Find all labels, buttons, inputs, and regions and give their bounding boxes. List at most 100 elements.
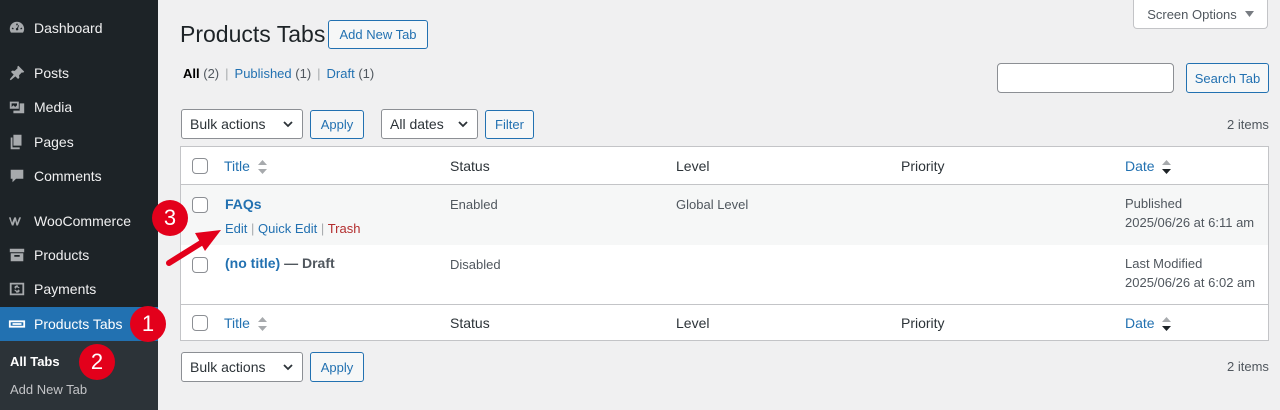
main-content: Products Tabs Add New Tab Screen Options… (158, 0, 1280, 410)
footer-title-sort[interactable]: Title (224, 315, 267, 332)
chevron-down-icon (283, 364, 293, 371)
screen-options-button[interactable]: Screen Options (1133, 0, 1268, 29)
row-actions: Edit | Quick Edit | Trash (225, 221, 360, 236)
sidebar-item-payments[interactable]: Payments (0, 272, 158, 306)
sort-desc-icon (1162, 160, 1172, 175)
table-footer: Title Status Level Priority Date (181, 304, 1268, 340)
column-date-sort[interactable]: Date (1125, 158, 1172, 175)
chevron-down-icon (283, 121, 293, 128)
select-all-checkbox-footer[interactable] (192, 315, 208, 331)
row-date-value: 2025/06/26 at 6:02 am (1125, 275, 1256, 290)
pages-icon (7, 132, 27, 152)
footer-date-sort[interactable]: Date (1125, 315, 1172, 332)
sidebar-item-dashboard[interactable]: Dashboard (0, 11, 158, 45)
screen-options-label: Screen Options (1147, 6, 1237, 22)
sidebar-item-posts[interactable]: Posts (0, 56, 158, 90)
sidebar-item-label: Media (34, 99, 73, 115)
view-separator: | (317, 66, 321, 81)
dollar-icon (7, 279, 27, 299)
view-all-count: (2) (203, 66, 220, 81)
bulk-actions-value: Bulk actions (190, 116, 266, 132)
row-status: Enabled (450, 197, 498, 212)
row-action-separator: | (320, 221, 325, 236)
row-date: Last Modified 2025/06/26 at 6:02 am (1125, 254, 1255, 292)
column-title-label: Title (224, 315, 250, 331)
row-date-state: Published (1125, 196, 1183, 211)
column-level: Level (676, 158, 710, 174)
sort-desc-icon (1162, 317, 1172, 332)
view-separator: | (225, 66, 229, 81)
footer-priority: Priority (901, 315, 945, 331)
step-badge-1: 1 (130, 306, 166, 342)
column-title-sort[interactable]: Title (224, 158, 267, 175)
search-input[interactable] (997, 63, 1174, 93)
sidebar-item-comments[interactable]: Comments (0, 159, 158, 193)
sidebar-item-pages[interactable]: Pages (0, 125, 158, 159)
items-count-bottom: 2 items (1227, 359, 1269, 374)
row-date: Published 2025/06/26 at 6:11 am (1125, 194, 1254, 232)
view-all-link[interactable]: All (183, 66, 200, 81)
quick-edit-link[interactable]: Quick Edit (258, 221, 317, 236)
column-date-label: Date (1125, 315, 1155, 331)
pin-icon (7, 63, 27, 83)
tabs-icon (7, 314, 27, 334)
date-filter-select[interactable]: All dates (381, 109, 478, 139)
table-header: Title Status Level Priority Date (181, 147, 1268, 185)
products-tabs-submenu: All Tabs Add New Tab (0, 341, 158, 410)
edit-link[interactable]: Edit (225, 221, 247, 236)
admin-sidebar: Dashboard Posts Media Pages Comments Woo… (0, 0, 158, 410)
row-date-value: 2025/06/26 at 6:11 am (1125, 215, 1255, 230)
view-published-link[interactable]: Published (235, 66, 292, 81)
footer-status: Status (450, 315, 490, 331)
row-title-link[interactable]: FAQs (225, 196, 262, 212)
dashboard-icon (7, 18, 27, 38)
select-all-checkbox[interactable] (192, 158, 208, 174)
step-badge-2: 2 (79, 344, 115, 380)
bulk-actions-select[interactable]: Bulk actions (181, 109, 303, 139)
items-count: 2 items (1227, 117, 1269, 132)
sidebar-item-label: Payments (34, 281, 97, 297)
sidebar-item-label: Products Tabs (34, 316, 123, 332)
apply-button-bottom[interactable]: Apply (310, 352, 364, 382)
submenu-item-add-new-tab[interactable]: Add New Tab (10, 382, 87, 397)
submenu-item-all-tabs[interactable]: All Tabs (10, 354, 60, 369)
footer-level: Level (676, 315, 710, 331)
row-checkbox[interactable] (192, 197, 208, 213)
column-status: Status (450, 158, 490, 174)
apply-button[interactable]: Apply (310, 110, 364, 139)
view-draft-count: (1) (358, 66, 375, 81)
sidebar-item-label: Products (34, 247, 90, 263)
bulk-actions-value: Bulk actions (190, 359, 266, 375)
archive-icon (7, 245, 27, 265)
table-row: FAQs Edit | Quick Edit | Trash Enabled G… (181, 185, 1268, 245)
sort-icon (257, 317, 267, 332)
sidebar-item-woocommerce[interactable]: WooCommerce (0, 204, 158, 238)
chevron-down-icon (458, 121, 468, 128)
media-icon (7, 97, 27, 117)
view-filters: All (2) | Published (1) | Draft (1) (183, 66, 374, 81)
view-draft-link[interactable]: Draft (327, 66, 355, 81)
sidebar-item-media[interactable]: Media (0, 90, 158, 124)
sidebar-item-label: WooCommerce (34, 213, 131, 229)
column-date-label: Date (1125, 158, 1155, 174)
sidebar-item-products[interactable]: Products (0, 238, 158, 272)
sidebar-item-label: Comments (34, 168, 102, 184)
filter-button[interactable]: Filter (485, 110, 534, 139)
view-published-count: (1) (295, 66, 312, 81)
bulk-actions-select-bottom[interactable]: Bulk actions (181, 352, 303, 382)
row-action-separator: | (251, 221, 255, 236)
sidebar-item-label: Dashboard (34, 20, 103, 36)
post-state: — Draft (284, 255, 335, 271)
row-title-link[interactable]: (no title) — Draft (225, 255, 335, 271)
row-date-state: Last Modified (1125, 256, 1203, 271)
column-title-label: Title (224, 158, 250, 174)
add-new-tab-button[interactable]: Add New Tab (328, 20, 428, 49)
table-row: (no title) — Draft Disabled Last Modifie… (181, 245, 1268, 304)
comments-icon (7, 166, 27, 186)
trash-link[interactable]: Trash (328, 221, 361, 236)
row-level: Global Level (676, 197, 749, 212)
arrow-icon (166, 230, 221, 266)
search-tab-button[interactable]: Search Tab (1186, 63, 1269, 93)
sidebar-item-label: Pages (34, 134, 74, 150)
sidebar-item-label: Posts (34, 65, 70, 81)
